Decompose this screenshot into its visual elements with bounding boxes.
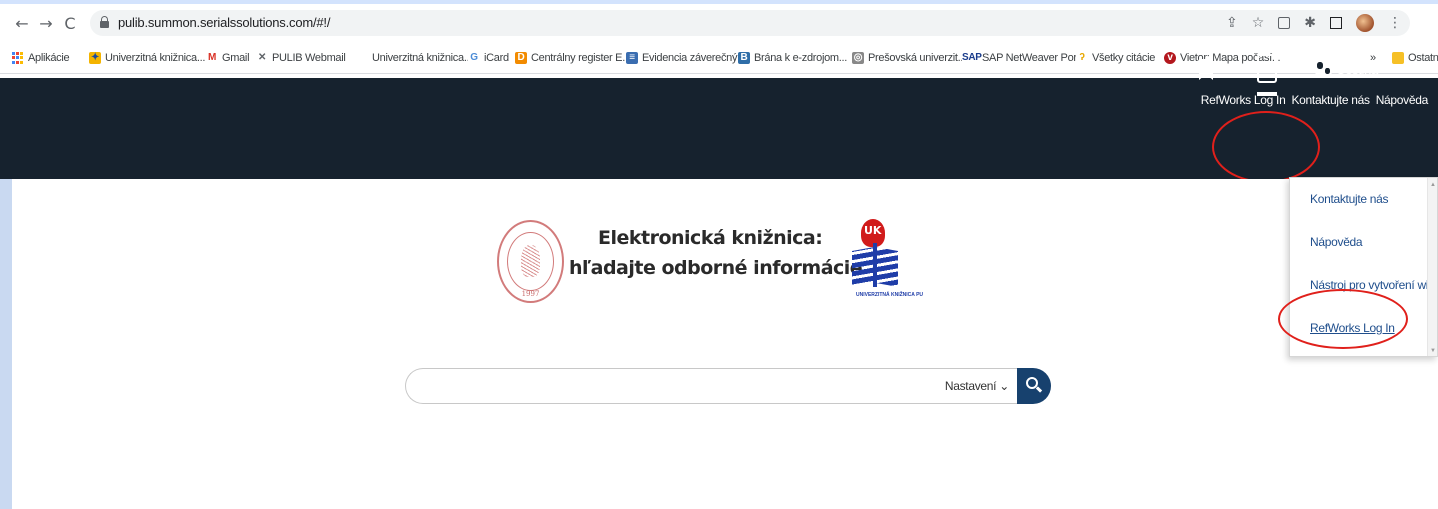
evidence-icon: ≡ [626, 52, 638, 64]
library-logo-book [852, 247, 898, 287]
bookmark-item[interactable]: ≡ Evidencia záverečný... [626, 52, 746, 64]
bookmark-item[interactable]: D Centrálny register E... [515, 52, 631, 64]
page-title-line2: hľadajte odborné informácie [569, 257, 863, 279]
menu-list-icon[interactable] [1257, 54, 1277, 83]
menu-item-contact[interactable]: Kontaktujte nás [1310, 192, 1389, 206]
bookmark-item[interactable]: B Brána k e-zdrojom... [738, 52, 847, 64]
back-icon[interactable]: ← [12, 14, 32, 34]
university-seal-logo: 1997 [497, 220, 564, 303]
gmail-icon: M [206, 52, 218, 64]
forward-icon[interactable]: → [36, 14, 56, 34]
sap-icon: SAP [962, 52, 982, 64]
register-icon: D [515, 52, 527, 64]
side-panel-icon[interactable] [1330, 17, 1342, 29]
main-content: 1997 Elektronická knižnica: hľadajte odb… [12, 179, 1438, 509]
citation-icon: ʔ [1076, 52, 1088, 64]
blank-page-icon [356, 52, 368, 64]
annotation-circle-menu [1212, 111, 1320, 183]
search-button[interactable] [1017, 368, 1051, 404]
folder-icon [1392, 52, 1404, 64]
lock-icon[interactable] [100, 16, 109, 28]
browser-chrome: ← → C pulib.summon.serialssolutions.com/… [0, 0, 1438, 78]
reload-icon[interactable]: C [60, 14, 80, 34]
apps-grid-icon [12, 52, 24, 64]
page-title-line1: Elektronická knižnica: [598, 227, 823, 249]
language-selector[interactable]: Čeština [1336, 62, 1378, 77]
chevron-down-icon: ⌄ [999, 379, 1009, 393]
globe-icon[interactable] [1314, 59, 1333, 78]
help-link[interactable]: Nápověda [1376, 93, 1429, 107]
toolbar-icons: ⇪ ☆ ✱ ⋮ [1226, 10, 1410, 36]
bookmark-item[interactable]: ✦ Univerzitná knižnica... [89, 52, 205, 64]
settings-dropdown[interactable]: Nastavení ⌄ [945, 379, 1009, 393]
search-icon-handle [1035, 386, 1043, 393]
extension-page-icon[interactable] [1278, 17, 1291, 29]
gateway-icon: B [738, 52, 750, 64]
address-row: ← → C pulib.summon.serialssolutions.com/… [0, 4, 1438, 44]
search-input[interactable] [422, 374, 922, 398]
bookmarks-bar: Aplikácie ✦ Univerzitná knižnica... M Gmai… [0, 44, 1438, 74]
scroll-down-icon[interactable]: ▼ [1430, 348, 1436, 354]
address-bar[interactable]: pulib.summon.serialssolutions.com/#!/ ⇪ … [90, 10, 1410, 36]
star-icon[interactable]: ☆ [1252, 16, 1265, 30]
seal-year: 1997 [521, 290, 540, 298]
annotation-circle-refworks [1278, 289, 1408, 349]
university-icon: ◎ [852, 52, 864, 64]
icard-icon: G [468, 52, 480, 64]
contact-link[interactable]: Kontaktujte nás [1291, 93, 1370, 107]
active-indicator [1257, 92, 1277, 96]
puzzle-icon[interactable]: ✱ [1304, 16, 1316, 30]
header-links: RefWorks Log In Kontaktujte nás Nápověda [1201, 93, 1429, 107]
search-box: Nastavení ⌄ [405, 368, 1017, 404]
bookmark-item[interactable]: ✕ PULIB Webmail [256, 52, 346, 64]
bookmark-item[interactable]: ◎ Prešovská univerzit... [852, 52, 966, 64]
seal-figure [507, 232, 554, 291]
share-icon[interactable]: ⇪ [1226, 16, 1238, 30]
bookmark-item[interactable]: ʔ Všetky citácie [1076, 52, 1155, 64]
url-text[interactable]: pulib.summon.serialssolutions.com/#!/ [118, 15, 330, 30]
library-icon: ✦ [89, 52, 101, 64]
weather-icon: v [1164, 52, 1176, 64]
bookmark-apps[interactable]: Aplikácie [12, 52, 70, 64]
library-logo-caption: UNIVERZITNÁ KNIŽNICA PU [856, 292, 924, 298]
profile-avatar[interactable] [1356, 14, 1374, 32]
bookmark-item[interactable]: GiCard [468, 52, 509, 64]
library-logo [852, 219, 898, 301]
bookmark-item[interactable]: SAP SAP NetWeaver Por... [962, 52, 1085, 64]
menu-item-help[interactable]: Nápověda [1310, 235, 1363, 249]
webmail-icon: ✕ [256, 52, 268, 64]
menu-dots-icon[interactable]: ⋮ [1388, 16, 1402, 30]
other-bookmarks-folder[interactable]: Ostatn [1392, 52, 1438, 64]
bookmark-item[interactable]: M Gmail [206, 52, 250, 64]
dropdown-scrollbar[interactable]: ▲ ▼ [1427, 178, 1437, 356]
scroll-up-icon[interactable]: ▲ [1430, 182, 1436, 188]
bookmark-item[interactable]: Univerzitná knižnica... [356, 52, 472, 64]
